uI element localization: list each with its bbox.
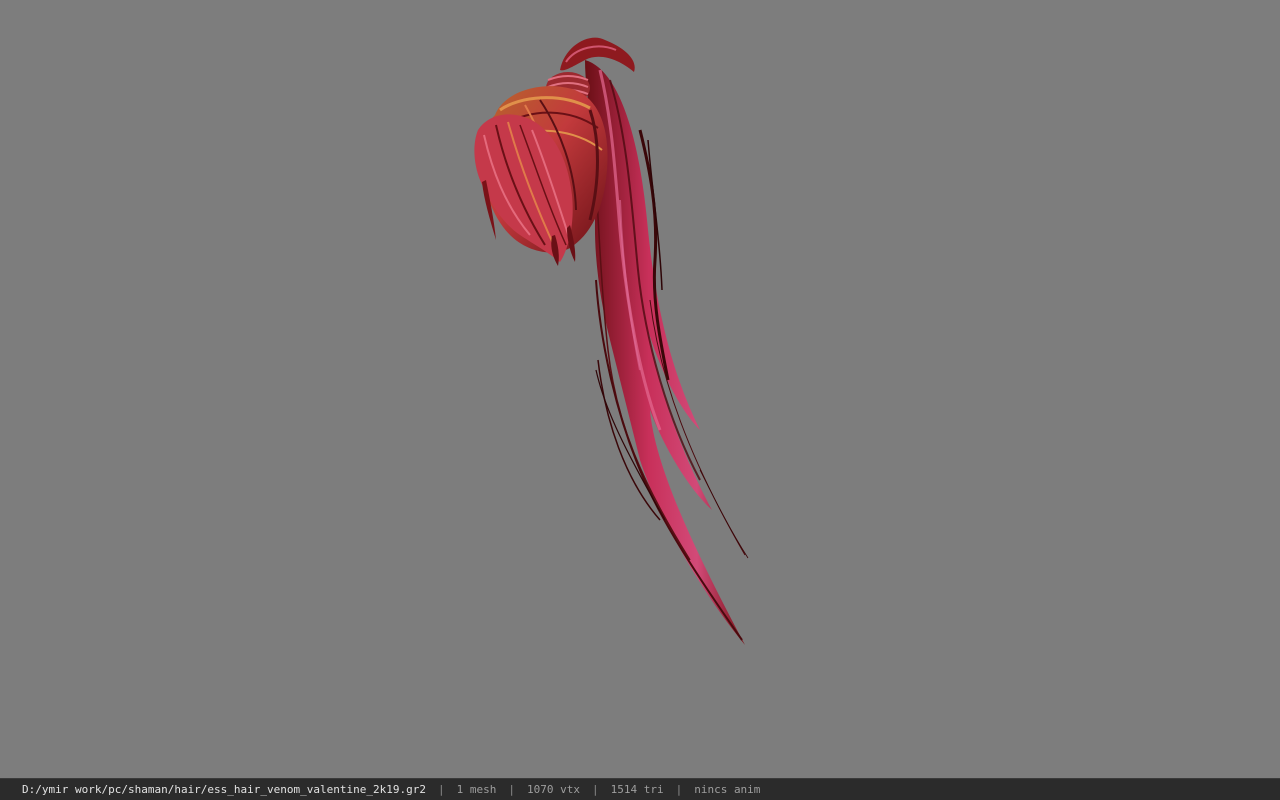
status-bar: D:/ymir work/pc/shaman/hair/ess_hair_ven… — [0, 778, 1280, 800]
3d-viewport[interactable] — [0, 0, 1280, 778]
ponytail-strands — [585, 60, 746, 645]
vertex-count: 1070 vtx — [526, 783, 580, 796]
separator: | — [591, 783, 599, 796]
separator: | — [508, 783, 515, 796]
file-path: D:/ymir work/pc/shaman/hair/ess_hair_ven… — [22, 783, 426, 796]
mesh-count: 1 mesh — [456, 783, 497, 796]
animation-status: nincs anim — [694, 783, 761, 796]
triangle-count: 1514 tri — [610, 783, 664, 796]
hair-model-render[interactable] — [0, 0, 1280, 778]
separator: | — [437, 783, 445, 796]
separator: | — [675, 783, 683, 796]
